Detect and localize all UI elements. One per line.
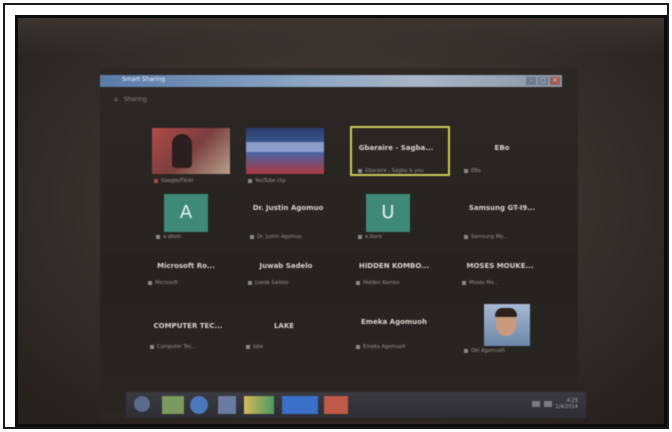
tile-caption: a.aboki bbox=[163, 234, 182, 240]
device-icon bbox=[156, 235, 160, 239]
tile-name: Juwab Sadelo bbox=[259, 262, 313, 270]
tile-caption: Emeka Agomuoh bbox=[363, 344, 406, 350]
tile-caption: lake bbox=[253, 344, 264, 350]
app-icon[interactable] bbox=[324, 396, 348, 414]
taskbar: 4:25 1/4/2014 bbox=[126, 392, 586, 418]
device-tile[interactable]: U a.ikoro bbox=[350, 192, 442, 254]
tile-caption: Hidden Kombo bbox=[363, 280, 400, 286]
tile-caption: Google/Flickr bbox=[161, 178, 194, 184]
tile-caption: Moses Mo... bbox=[469, 280, 499, 286]
projected-desktop: Smart Sharing – □ × ⌂ Sharing Google/Fli… bbox=[100, 68, 586, 420]
tile-name: Gbaraire - Sagba... bbox=[358, 144, 434, 152]
device-icon bbox=[148, 281, 152, 285]
device-icon bbox=[462, 281, 466, 285]
tile-name: Samsung GT-I9... bbox=[468, 204, 536, 212]
video-icon bbox=[248, 179, 252, 183]
device-tile[interactable]: A a.aboki bbox=[148, 192, 240, 254]
tile-name: EBo bbox=[494, 144, 510, 152]
device-icon bbox=[246, 345, 250, 349]
home-icon[interactable]: ⌂ bbox=[114, 96, 118, 103]
letter-avatar: U bbox=[366, 194, 410, 232]
device-icon bbox=[248, 281, 252, 285]
photo-frame: Smart Sharing – □ × ⌂ Sharing Google/Fli… bbox=[3, 3, 669, 429]
video-icon bbox=[154, 179, 158, 183]
projected-screen-photo: Smart Sharing – □ × ⌂ Sharing Google/Fli… bbox=[15, 15, 667, 427]
maximize-button[interactable]: □ bbox=[538, 77, 548, 85]
media-tile-selected[interactable]: Gbaraire - Sagba... Gbaraire - Sagba & y… bbox=[350, 124, 450, 186]
device-icon bbox=[464, 235, 468, 239]
media-player-icon[interactable] bbox=[218, 396, 236, 414]
device-icon bbox=[250, 235, 254, 239]
device-tile[interactable]: Obi Agomuoh bbox=[456, 304, 548, 366]
file-icon bbox=[358, 169, 362, 173]
active-app-icon[interactable] bbox=[282, 396, 318, 414]
video-thumbnail bbox=[152, 128, 230, 174]
media-tile[interactable]: Google/Flickr bbox=[146, 124, 238, 186]
tile-caption: Computer Tec... bbox=[157, 344, 197, 350]
tile-caption: YouTube clip bbox=[255, 178, 286, 184]
tile-name: HIDDEN KOMBO... bbox=[358, 262, 430, 270]
device-tile[interactable]: HIDDEN KOMBO... Hidden Kombo bbox=[348, 250, 440, 312]
volume-icon[interactable] bbox=[543, 401, 552, 407]
device-tile[interactable]: Juwab Sadelo Juwab Sadelo bbox=[240, 250, 332, 312]
tile-name: Emeka Agomuoh bbox=[361, 318, 427, 326]
breadcrumb: ⌂ Sharing bbox=[114, 96, 147, 103]
tile-caption: EBo bbox=[471, 168, 481, 174]
device-icon bbox=[464, 349, 468, 353]
media-tile[interactable]: YouTube clip bbox=[240, 124, 332, 186]
tile-caption: Obi Agomuoh bbox=[471, 348, 506, 354]
system-tray: 4:25 1/4/2014 bbox=[531, 398, 578, 410]
tile-name: LAKE bbox=[273, 322, 295, 330]
media-tile[interactable]: EBo EBo bbox=[456, 124, 548, 186]
tile-caption: Gbaraire - Sagba & you bbox=[365, 168, 424, 174]
clock-date: 1/4/2014 bbox=[555, 404, 578, 410]
close-button[interactable]: × bbox=[550, 77, 560, 85]
breadcrumb-item[interactable]: Sharing bbox=[124, 96, 147, 103]
tile-name: COMPUTER TEC... bbox=[153, 322, 223, 330]
wall bbox=[18, 18, 664, 58]
device-tile[interactable]: Microsoft Ro... Microsoft bbox=[140, 250, 232, 312]
tile-caption: Juwab Sadelo bbox=[255, 280, 289, 286]
tile-name: Dr. Justin Agomuo bbox=[252, 204, 324, 212]
minimize-button[interactable]: – bbox=[526, 77, 536, 85]
device-tile[interactable]: COMPUTER TEC... Computer Tec... bbox=[142, 308, 234, 370]
network-icon[interactable] bbox=[531, 401, 540, 407]
clock[interactable]: 4:25 1/4/2014 bbox=[556, 398, 578, 410]
tile-name: MOSES MOUKE... bbox=[466, 262, 534, 270]
tile-caption: Samsung Mo... bbox=[471, 234, 508, 240]
tile-caption: Microsoft bbox=[155, 280, 178, 286]
letter-avatar: A bbox=[164, 194, 208, 232]
tile-name: Microsoft Ro... bbox=[157, 262, 215, 270]
chrome-icon[interactable] bbox=[244, 396, 274, 414]
device-tile[interactable]: MOSES MOUKE... Moses Mo... bbox=[454, 250, 546, 312]
tile-caption: Dr. Justin Agomuo bbox=[257, 234, 302, 240]
window-titlebar[interactable]: Smart Sharing – □ × bbox=[100, 75, 562, 87]
device-icon bbox=[356, 345, 360, 349]
device-icon bbox=[358, 235, 362, 239]
device-icon bbox=[150, 345, 154, 349]
device-tile[interactable]: LAKE lake bbox=[238, 308, 330, 370]
device-tile[interactable]: Dr. Justin Agomuo Dr. Justin Agomuo bbox=[242, 192, 334, 254]
contact-photo bbox=[484, 304, 530, 346]
tile-caption: a.ikoro bbox=[365, 234, 382, 240]
start-button[interactable] bbox=[134, 396, 150, 412]
device-tile[interactable]: Samsung GT-I9... Samsung Mo... bbox=[456, 192, 548, 254]
video-thumbnail bbox=[246, 128, 324, 174]
file-explorer-icon[interactable] bbox=[162, 396, 184, 414]
window-title: Smart Sharing bbox=[122, 76, 166, 83]
device-tile[interactable]: Emeka Agomuoh Emeka Agomuoh bbox=[348, 308, 440, 370]
browser-icon[interactable] bbox=[190, 396, 208, 414]
file-icon bbox=[464, 169, 468, 173]
device-icon bbox=[356, 281, 360, 285]
